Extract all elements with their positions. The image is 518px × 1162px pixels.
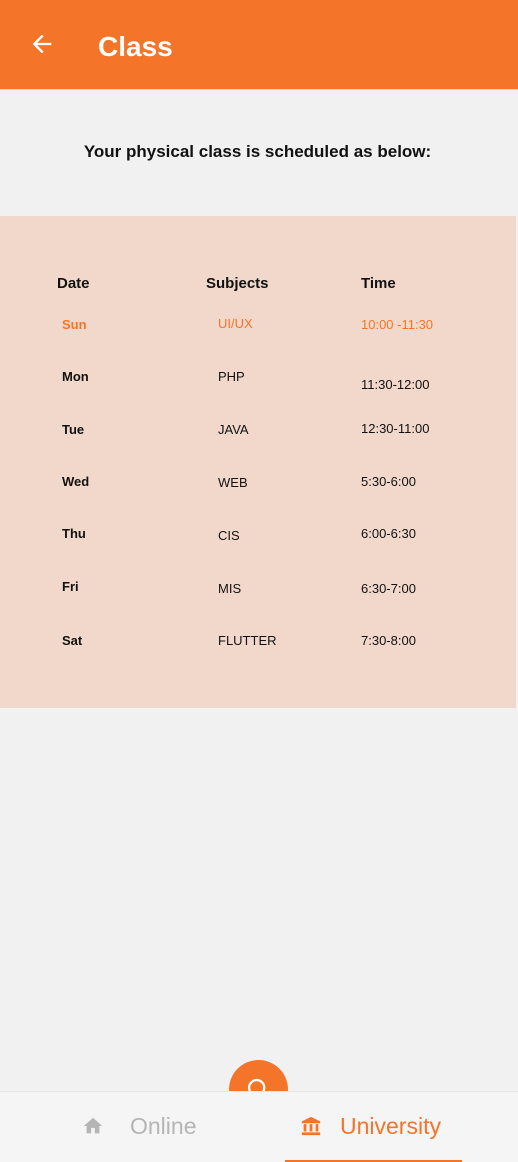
day-cell: Sat bbox=[62, 633, 83, 648]
bottom-nav: Online University bbox=[0, 1091, 518, 1162]
day-cell: Mon bbox=[62, 369, 89, 384]
day-cell: Tue bbox=[62, 422, 85, 437]
time-cell: 12:30-11:00 bbox=[361, 421, 430, 436]
column-header-subjects: Subjects bbox=[206, 275, 269, 292]
schedule-intro-text: Your physical class is scheduled as belo… bbox=[83, 142, 432, 161]
subject-cell: CIS bbox=[218, 528, 240, 543]
tab-university-label: University bbox=[340, 1113, 441, 1139]
subject-cell: WEB bbox=[218, 475, 248, 490]
tab-university[interactable]: University bbox=[285, 1092, 462, 1162]
schedule-table: Date Subjects Time Sun UI/UX 10:00 -11:3… bbox=[0, 216, 516, 708]
day-cell: Fri bbox=[62, 579, 79, 594]
time-cell: 6:30-7:00 bbox=[361, 581, 416, 596]
arrow-left-icon bbox=[32, 34, 52, 54]
back-button[interactable] bbox=[26, 28, 58, 60]
app-bar: Class bbox=[0, 0, 518, 90]
subject-cell: MIS bbox=[218, 581, 242, 596]
university-icon bbox=[301, 1116, 321, 1136]
subject-cell: PHP bbox=[218, 369, 245, 384]
column-header-time: Time bbox=[361, 275, 396, 292]
time-cell: 7:30-8:00 bbox=[361, 633, 416, 648]
tab-online[interactable]: Online bbox=[70, 1092, 220, 1162]
subject-cell: FLUTTER bbox=[218, 633, 277, 648]
time-cell: 10:00 -11:30 bbox=[361, 317, 434, 332]
time-cell: 11:30-12:00 bbox=[361, 377, 430, 392]
day-cell: Sun bbox=[62, 317, 87, 332]
day-cell: Thu bbox=[62, 526, 86, 541]
column-header-date: Date bbox=[57, 275, 90, 292]
time-cell: 6:00-6:30 bbox=[361, 526, 416, 541]
time-cell: 5:30-6:00 bbox=[361, 474, 416, 489]
day-cell: Wed bbox=[62, 474, 90, 489]
subject-cell: UI/UX bbox=[218, 316, 253, 331]
subject-cell: JAVA bbox=[218, 422, 249, 437]
home-icon bbox=[83, 1117, 103, 1134]
tab-online-label: Online bbox=[130, 1113, 197, 1139]
page-title: Class bbox=[98, 31, 173, 62]
